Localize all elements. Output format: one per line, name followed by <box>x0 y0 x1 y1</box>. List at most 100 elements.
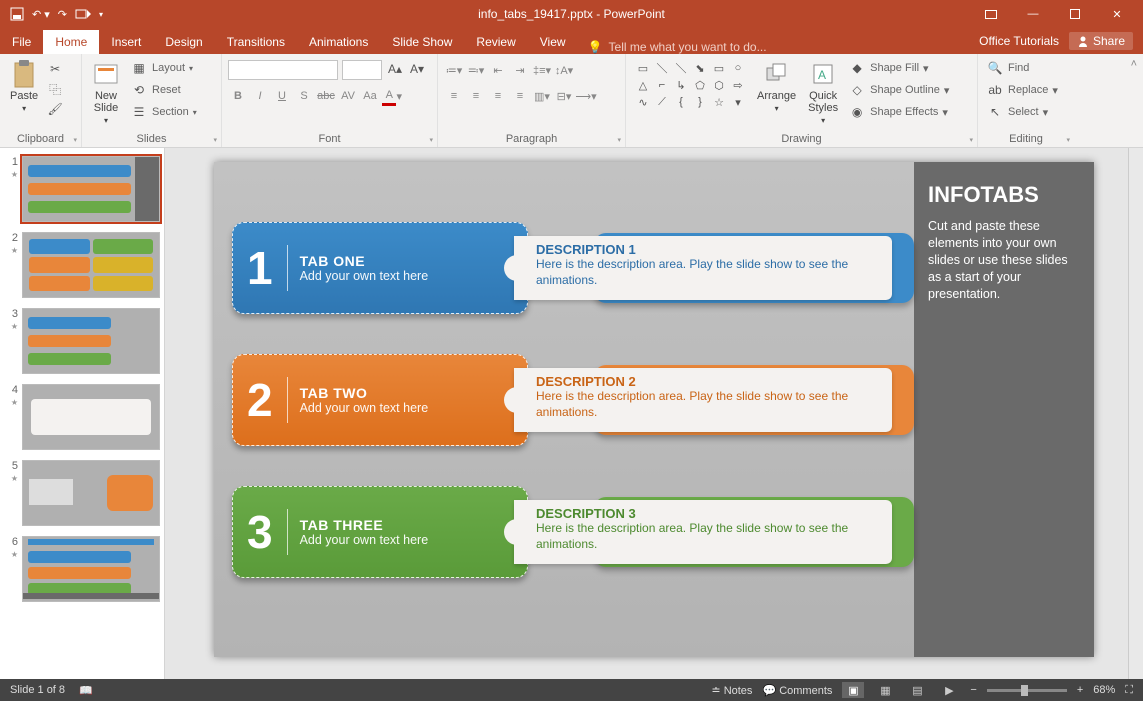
format-painter-icon[interactable]: 🖌 <box>46 100 64 118</box>
slide-sidebar[interactable]: INFOTABS Cut and paste these elements in… <box>914 162 1094 657</box>
notes-button[interactable]: ≐ Notes <box>711 684 752 697</box>
font-family-select[interactable] <box>228 60 338 80</box>
slide[interactable]: 1TAB ONEAdd your own text here DESCRIPTI… <box>214 162 1094 657</box>
thumbnail-2[interactable]: 2★ <box>4 232 160 298</box>
shape-outline-button[interactable]: ◇Shape Outline ▾ <box>846 80 951 100</box>
thumbnail-4[interactable]: 4★ <box>4 384 160 450</box>
align-text-icon[interactable]: ⊟▾ <box>554 86 574 106</box>
zoom-in-icon[interactable]: + <box>1077 684 1083 696</box>
shape-line2-icon[interactable]: ＼ <box>672 60 690 76</box>
text-direction-icon[interactable]: ↕A▾ <box>554 60 574 80</box>
shape-arrow2-icon[interactable]: ⇨ <box>729 77 747 93</box>
arrange-button[interactable]: Arrange▾ <box>753 58 800 115</box>
increase-font-icon[interactable]: A▴ <box>386 60 404 78</box>
shape-fill-button[interactable]: ◆Shape Fill ▾ <box>846 58 951 78</box>
bullets-icon[interactable]: ≔▾ <box>444 60 464 80</box>
infotab-1[interactable]: 1TAB ONEAdd your own text here DESCRIPTI… <box>232 222 914 314</box>
tab-view[interactable]: View <box>528 30 578 54</box>
slide-canvas-area[interactable]: 1TAB ONEAdd your own text here DESCRIPTI… <box>165 148 1143 679</box>
reset-button[interactable]: ⟲Reset <box>128 80 199 100</box>
shadow-button[interactable]: S <box>294 86 314 106</box>
sorter-view-icon[interactable]: ▦ <box>874 682 896 698</box>
align-center-icon[interactable]: ≡ <box>466 86 486 106</box>
shape-tri-icon[interactable]: △ <box>634 77 652 93</box>
tab-insert[interactable]: Insert <box>99 30 153 54</box>
font-color-button[interactable]: A▾ <box>382 86 402 106</box>
fit-to-window-icon[interactable]: ⛶ <box>1125 684 1133 697</box>
quick-styles-button[interactable]: A Quick Styles▾ <box>804 58 842 127</box>
columns-icon[interactable]: ▥▾ <box>532 86 552 106</box>
shape-hex-icon[interactable]: ⬡ <box>710 77 728 93</box>
tab-slideshow[interactable]: Slide Show <box>380 30 464 54</box>
shape-star-icon[interactable]: ☆ <box>710 94 728 110</box>
tab-home[interactable]: Home <box>43 30 99 54</box>
numbering-icon[interactable]: ≕▾ <box>466 60 486 80</box>
minimize-icon[interactable]: — <box>1015 3 1051 25</box>
align-left-icon[interactable]: ≡ <box>444 86 464 106</box>
thumbnail-5[interactable]: 5★ <box>4 460 160 526</box>
spellcheck-icon[interactable]: 📖 <box>79 684 93 697</box>
shape-line-icon[interactable]: ＼ <box>653 60 671 76</box>
decrease-font-icon[interactable]: A▾ <box>408 60 426 78</box>
strikethrough-button[interactable]: abc <box>316 86 336 106</box>
font-size-select[interactable] <box>342 60 382 80</box>
char-spacing-button[interactable]: AV <box>338 86 358 106</box>
zoom-level[interactable]: 68% <box>1093 684 1115 696</box>
shape-arrow-icon[interactable]: ⬊ <box>691 60 709 76</box>
cut-icon[interactable]: ✂ <box>46 60 64 78</box>
tab-transitions[interactable]: Transitions <box>215 30 297 54</box>
italic-button[interactable]: I <box>250 86 270 106</box>
select-button[interactable]: ↖Select ▾ <box>984 102 1060 122</box>
zoom-slider[interactable] <box>987 689 1067 692</box>
find-button[interactable]: 🔍Find <box>984 58 1060 78</box>
tab-review[interactable]: Review <box>464 30 527 54</box>
new-slide-button[interactable]: New Slide ▾ <box>88 58 124 127</box>
align-right-icon[interactable]: ≡ <box>488 86 508 106</box>
slide-counter[interactable]: Slide 1 of 8 <box>10 684 65 696</box>
replace-button[interactable]: abReplace ▾ <box>984 80 1060 100</box>
thumbnail-3[interactable]: 3★ <box>4 308 160 374</box>
close-icon[interactable]: ✕ <box>1099 3 1135 25</box>
section-button[interactable]: ☰Section ▾ <box>128 102 199 122</box>
start-from-beginning-icon[interactable] <box>75 7 91 21</box>
shape-brace-icon[interactable]: { <box>672 94 690 110</box>
zoom-out-icon[interactable]: − <box>970 684 976 696</box>
shape-rect-icon[interactable]: ▭ <box>634 60 652 76</box>
decrease-indent-icon[interactable]: ⇤ <box>488 60 508 80</box>
infotab-3[interactable]: 3TAB THREEAdd your own text here DESCRIP… <box>232 486 914 578</box>
copy-icon[interactable]: ⿻ <box>46 80 64 98</box>
underline-button[interactable]: U <box>272 86 292 106</box>
smartart-icon[interactable]: ⟶▾ <box>576 86 596 106</box>
justify-icon[interactable]: ≡ <box>510 86 530 106</box>
office-tutorials[interactable]: Office Tutorials <box>979 34 1059 48</box>
bold-button[interactable]: B <box>228 86 248 106</box>
qat-customize-icon[interactable]: ▾ <box>99 10 103 19</box>
paste-button[interactable]: Paste ▾ <box>6 58 42 115</box>
shape-oval-icon[interactable]: ○ <box>729 60 747 76</box>
normal-view-icon[interactable]: ▣ <box>842 682 864 698</box>
infotab-2[interactable]: 2TAB TWOAdd your own text here DESCRIPTI… <box>232 354 914 446</box>
thumbnail-1[interactable]: 1★ <box>4 156 160 222</box>
thumbnail-6[interactable]: 6★ <box>4 536 160 602</box>
collapse-ribbon-icon[interactable]: ˄ <box>1131 54 1143 147</box>
redo-icon[interactable]: ↷ <box>58 8 67 21</box>
increase-indent-icon[interactable]: ⇥ <box>510 60 530 80</box>
share-button[interactable]: Share <box>1069 32 1133 50</box>
shape-rect2-icon[interactable]: ▭ <box>710 60 728 76</box>
maximize-icon[interactable] <box>1057 3 1093 25</box>
shape-curve-icon[interactable]: ∿ <box>634 94 652 110</box>
tell-me[interactable]: 💡 Tell me what you want to do... <box>588 40 767 54</box>
comments-button[interactable]: 💬 Comments <box>762 684 832 697</box>
ribbon-display-icon[interactable] <box>973 3 1009 25</box>
shape-free-icon[interactable]: ⟋ <box>653 94 671 110</box>
line-spacing-icon[interactable]: ‡≡▾ <box>532 60 552 80</box>
change-case-button[interactable]: Aa <box>360 86 380 106</box>
shape-penta-icon[interactable]: ⬠ <box>691 77 709 93</box>
shape-more-icon[interactable]: ▾ <box>729 94 747 110</box>
save-icon[interactable] <box>10 7 24 21</box>
shape-brace2-icon[interactable]: } <box>691 94 709 110</box>
shape-elbow-icon[interactable]: ⌐ <box>653 77 671 93</box>
shape-arrowr-icon[interactable]: ↳ <box>672 77 690 93</box>
slideshow-view-icon[interactable]: ▶ <box>938 682 960 698</box>
undo-icon[interactable]: ↶ ▾ <box>32 8 50 21</box>
